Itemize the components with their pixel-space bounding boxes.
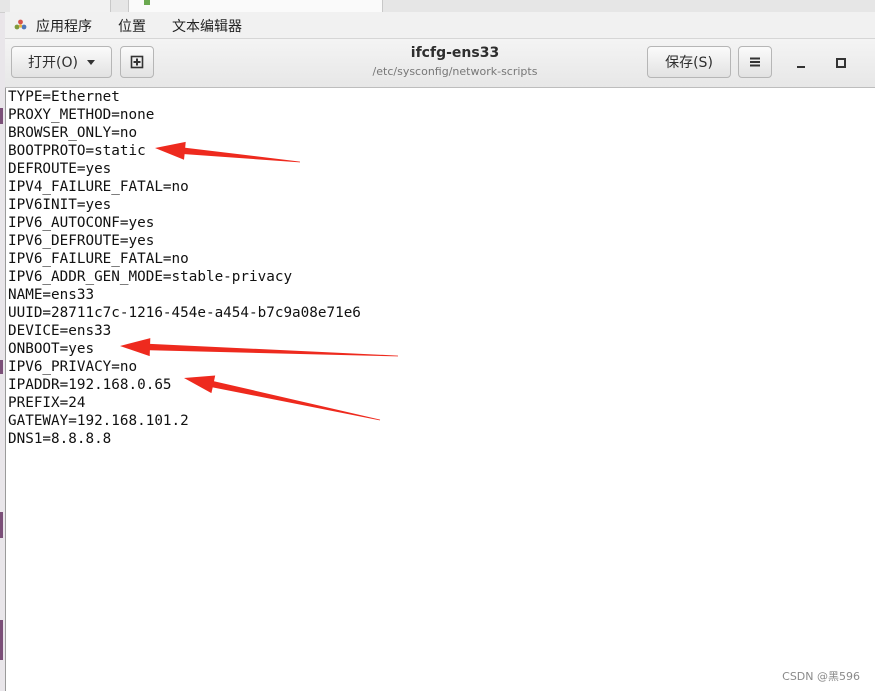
- editor-line: PROXY_METHOD=none: [8, 107, 155, 123]
- applications-menu[interactable]: 应用程序: [36, 16, 92, 36]
- desktop-edge-mark: [0, 108, 3, 124]
- editor-line: ONBOOT=yes: [8, 341, 95, 357]
- maximize-icon: [836, 58, 846, 68]
- minimize-button[interactable]: [792, 54, 810, 72]
- save-button[interactable]: 保存(S): [647, 46, 731, 78]
- desktop-edge-mark: [0, 360, 3, 374]
- editor-line: DEVICE=ens33: [8, 323, 112, 339]
- editor-line: BROWSER_ONLY=no: [8, 125, 138, 141]
- editor-line: DNS1=8.8.8.8: [8, 431, 112, 447]
- editor-line: IPV6_ADDR_GEN_MODE=stable-privacy: [8, 269, 293, 285]
- editor-line: IPV6INIT=yes: [8, 197, 112, 213]
- editor-line: TYPE=Ethernet: [8, 89, 120, 105]
- editor-line: IPADDR=192.168.0.65: [8, 377, 172, 393]
- chevron-down-icon: [86, 59, 95, 65]
- open-button[interactable]: 打开(O): [11, 46, 112, 78]
- editor-line: PREFIX=24: [8, 395, 86, 411]
- places-menu[interactable]: 位置: [118, 16, 146, 36]
- editor-lines: TYPE=Ethernet PROXY_METHOD=none BROWSER_ON…: [8, 88, 361, 448]
- editor-line: IPV6_DEFROUTE=yes: [8, 233, 155, 249]
- editor-line: IPV6_FAILURE_FATAL=no: [8, 251, 189, 267]
- gnome-top-bar: 应用程序 位置 文本编辑器: [5, 12, 875, 39]
- editor-line: IPV4_FAILURE_FATAL=no: [8, 179, 189, 195]
- editor-line: IPV6_PRIVACY=no: [8, 359, 138, 375]
- document-path: /etc/sysconfig/network-scripts: [372, 65, 538, 78]
- editor-line: UUID=28711c7c-1216-454e-a454-b7c9a08e71e…: [8, 305, 361, 321]
- editor-line: BOOTPROTO=static: [8, 143, 146, 159]
- save-button-label: 保存(S): [665, 55, 713, 71]
- window-tab[interactable]: [10, 0, 111, 12]
- editor-line: NAME=ens33: [8, 287, 95, 303]
- menu-button[interactable]: [738, 46, 772, 78]
- new-document-button[interactable]: [120, 46, 154, 78]
- header-bar: 打开(O) ifcfg-ens33 /etc/sysconfig/network…: [5, 39, 875, 88]
- desktop-edge-mark: [0, 620, 3, 660]
- text-editor-area[interactable]: TYPE=Ethernet PROXY_METHOD=none BROWSER_ON…: [5, 88, 875, 691]
- app-menu[interactable]: 文本编辑器: [172, 16, 242, 36]
- watermark: CSDN @黑596: [782, 670, 860, 683]
- minimize-icon: [797, 66, 805, 68]
- editor-line: GATEWAY=192.168.101.2: [8, 413, 189, 429]
- open-button-label: 打开(O): [28, 55, 78, 71]
- editor-line: IPV6_AUTOCONF=yes: [8, 215, 155, 231]
- document-title: ifcfg-ens33: [410, 45, 500, 61]
- hamburger-menu-icon: [750, 57, 760, 67]
- new-document-icon: [130, 55, 144, 69]
- tab-icon: [144, 0, 150, 5]
- editor-line: DEFROUTE=yes: [8, 161, 112, 177]
- desktop-edge-mark: [0, 512, 3, 538]
- applications-icon: [14, 19, 27, 30]
- document-title-area: ifcfg-ens33 /etc/sysconfig/network-scrip…: [295, 45, 615, 78]
- maximize-button[interactable]: [832, 54, 850, 72]
